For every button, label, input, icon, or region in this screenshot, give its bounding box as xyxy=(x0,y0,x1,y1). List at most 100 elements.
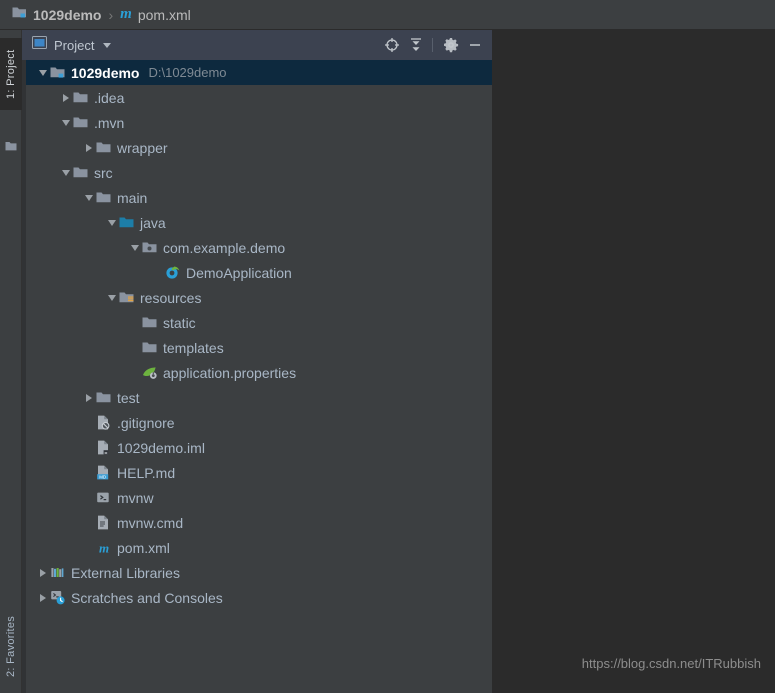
module-folder-icon xyxy=(12,6,27,24)
tree-row[interactable]: test xyxy=(26,385,492,410)
project-view-icon xyxy=(32,36,47,54)
collapse-arrow-icon[interactable] xyxy=(59,110,72,135)
scratches-icon xyxy=(49,585,66,610)
gear-icon[interactable] xyxy=(440,34,462,56)
maven-m-icon: m xyxy=(120,6,132,22)
expand-arrow-icon[interactable] xyxy=(36,560,49,585)
tree-row-label: .gitignore xyxy=(117,414,175,431)
markdown-file-icon: MD xyxy=(95,460,112,485)
module-folder-icon xyxy=(49,60,66,85)
left-tool-strip: 1: Project 2: Favorites xyxy=(0,30,22,693)
tree-row-label: resources xyxy=(140,289,202,306)
tree-row[interactable]: src xyxy=(26,160,492,185)
folder-icon xyxy=(95,385,112,410)
project-panel-title: Project xyxy=(54,37,95,53)
tree-row[interactable]: mvnw.cmd xyxy=(26,510,492,535)
expand-arrow-icon[interactable] xyxy=(36,585,49,610)
tree-row[interactable]: templates xyxy=(26,335,492,360)
tree-row[interactable]: 1029demo D:\1029demo xyxy=(26,60,492,85)
tree-row-label: com.example.demo xyxy=(163,239,286,256)
chevron-down-icon[interactable] xyxy=(103,42,112,48)
tree-row-label: mvnw xyxy=(117,489,154,506)
editor-area[interactable]: https://blog.csdn.net/ITRubbish xyxy=(492,30,775,693)
tree-row-label: 1029demo xyxy=(71,64,140,81)
sidebar-tab-project[interactable]: 1: Project xyxy=(0,38,22,110)
libraries-icon xyxy=(49,560,66,585)
cmd-script-icon xyxy=(95,510,112,535)
breadcrumb: 1029demo › m pom.xml xyxy=(0,0,775,30)
tree-row-label: application.properties xyxy=(163,364,297,381)
tree-row[interactable]: External Libraries xyxy=(26,560,492,585)
expand-arrow-icon[interactable] xyxy=(82,385,95,410)
tree-row[interactable]: DemoApplication xyxy=(26,260,492,285)
project-panel: Project 1029demo D:\1029demo .idea .mvn … xyxy=(22,30,492,693)
tree-row-label: templates xyxy=(163,339,224,356)
tree-row[interactable]: m pom.xml xyxy=(26,535,492,560)
tree-row-label: External Libraries xyxy=(71,564,180,581)
tree-row-label: pom.xml xyxy=(117,539,170,556)
tree-row[interactable]: .idea xyxy=(26,85,492,110)
breadcrumb-item-project[interactable]: 1029demo xyxy=(12,6,101,24)
svg-text:m: m xyxy=(98,541,108,555)
collapse-arrow-icon[interactable] xyxy=(82,185,95,210)
folder-icon xyxy=(5,138,17,151)
tree-row[interactable]: com.example.demo xyxy=(26,235,492,260)
tree-row[interactable]: .mvn xyxy=(26,110,492,135)
breadcrumb-item-file[interactable]: m pom.xml xyxy=(120,6,191,23)
tree-row-label: .mvn xyxy=(94,114,125,131)
tree-row[interactable]: wrapper xyxy=(26,135,492,160)
tree-row[interactable]: application.properties xyxy=(26,360,492,385)
gitignore-file-icon xyxy=(95,410,112,435)
folder-icon xyxy=(72,110,89,135)
folder-icon xyxy=(72,160,89,185)
tree-row[interactable]: MD HELP.md xyxy=(26,460,492,485)
tree-row[interactable]: java xyxy=(26,210,492,235)
tree-row-path: D:\1029demo xyxy=(148,65,227,80)
collapse-all-icon[interactable] xyxy=(405,34,427,56)
breadcrumb-separator: › xyxy=(108,6,114,23)
tree-row[interactable]: .gitignore xyxy=(26,410,492,435)
tree-row[interactable]: main xyxy=(26,185,492,210)
folder-icon xyxy=(95,185,112,210)
tree-row[interactable]: Scratches and Consoles xyxy=(26,585,492,610)
sidebar-tab-favorites[interactable]: 2: Favorites xyxy=(0,603,22,689)
expand-arrow-icon[interactable] xyxy=(59,85,72,110)
folder-icon xyxy=(141,310,158,335)
spring-boot-class-icon xyxy=(164,260,181,285)
breadcrumb-file-label: pom.xml xyxy=(137,6,191,23)
locate-in-tree-icon[interactable] xyxy=(381,34,403,56)
tree-row[interactable]: resources xyxy=(26,285,492,310)
tree-row[interactable]: mvnw xyxy=(26,485,492,510)
idea-window: 1029demo › m pom.xml 1: Project 2: Favor… xyxy=(0,0,775,693)
breadcrumb-project-label: 1029demo xyxy=(33,6,102,23)
resource-root-folder-icon xyxy=(118,285,135,310)
collapse-arrow-icon[interactable] xyxy=(105,285,118,310)
spring-properties-icon xyxy=(141,360,158,385)
svg-text:MD: MD xyxy=(99,474,106,479)
tree-row-label: main xyxy=(117,189,148,206)
collapse-arrow-icon[interactable] xyxy=(105,210,118,235)
folder-icon xyxy=(95,135,112,160)
tree-row[interactable]: 1029demo.iml xyxy=(26,435,492,460)
tree-row-label: java xyxy=(140,214,166,231)
tree-row-label: DemoApplication xyxy=(186,264,292,281)
collapse-arrow-icon[interactable] xyxy=(128,235,141,260)
project-tree-container: 1029demo D:\1029demo .idea .mvn wrapper src ma… xyxy=(22,60,492,693)
folder-icon xyxy=(72,85,89,110)
expand-arrow-icon[interactable] xyxy=(82,135,95,160)
tree-row[interactable]: static xyxy=(26,310,492,335)
minimize-icon[interactable] xyxy=(464,34,486,56)
collapse-arrow-icon[interactable] xyxy=(59,160,72,185)
tree-row-label: 1029demo.iml xyxy=(117,439,205,456)
project-tree[interactable]: 1029demo D:\1029demo .idea .mvn wrapper src ma… xyxy=(26,60,492,693)
collapse-arrow-icon[interactable] xyxy=(36,60,49,85)
source-root-folder-icon xyxy=(118,210,135,235)
